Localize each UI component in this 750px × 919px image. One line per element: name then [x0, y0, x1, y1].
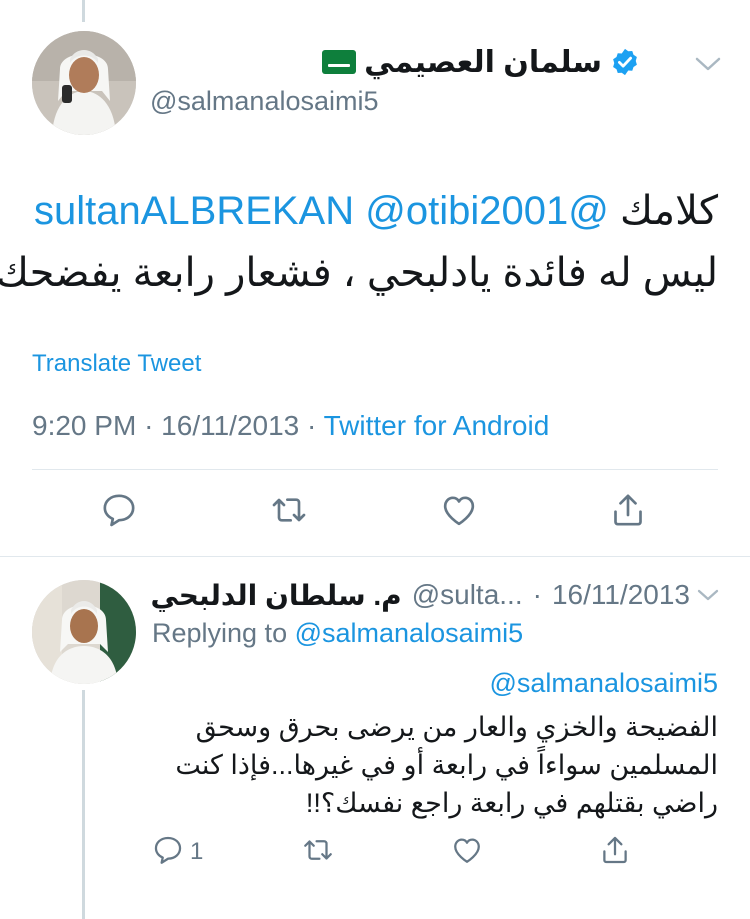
reply-text-line: الفضيحة والخزي والعار من يرضى بحرق وسحق: [195, 712, 718, 742]
reply-count: 1: [190, 838, 204, 865]
tweet-time: 9:20 PM: [32, 410, 137, 441]
reply-mention-link[interactable]: @salmanalosaimi5: [490, 668, 719, 699]
tweet-text-line-2: ليس له فائدة يادلبحي ، فشعار رابعة يفضحك: [0, 251, 718, 295]
heart-icon: [454, 838, 480, 863]
reply-header: م. سلطان الدلبحي @sulta... · 16/11/2013: [150, 578, 690, 612]
share-icon: [614, 494, 642, 526]
chevron-down-icon[interactable]: [696, 586, 720, 604]
tweet-date: 16/11/2013: [161, 410, 300, 441]
saudi-flag-icon: [322, 50, 357, 74]
reply-button[interactable]: [148, 830, 188, 870]
retweet-icon: [272, 498, 306, 522]
replying-to-label: Replying to: [152, 618, 288, 648]
reply-text: الفضيحة والخزي والعار من يرضى بحرق وسحق …: [152, 708, 718, 822]
tweet-metadata: 9:20 PM · 16/11/2013 · Twitter for Andro…: [32, 410, 549, 442]
tweet-text-word: كلامك: [619, 189, 718, 233]
replying-to: Replying to @salmanalosaimi5: [152, 618, 523, 649]
reply-separator: ·: [532, 579, 542, 610]
translate-tweet-link[interactable]: Translate Tweet: [32, 350, 201, 378]
reply-tweet-actions: [0, 830, 750, 874]
display-name[interactable]: سلمان العصيمي: [364, 45, 602, 80]
meta-separator: ·: [144, 410, 154, 441]
heart-icon: [443, 496, 475, 526]
main-tweet-actions: [0, 488, 750, 540]
mention-link-otibi2001[interactable]: @otibi2001: [365, 189, 568, 233]
thread-line-bottom: [82, 690, 85, 919]
tweet-source-link[interactable]: Twitter for Android: [324, 410, 550, 441]
retweet-button[interactable]: [298, 830, 338, 870]
share-button[interactable]: [606, 488, 650, 532]
reply-handle[interactable]: @sulta...: [412, 579, 523, 611]
retweet-icon: [304, 840, 332, 860]
like-button[interactable]: [437, 488, 481, 532]
share-button[interactable]: [595, 830, 635, 870]
name-row: سلمان العصيمي: [322, 40, 640, 84]
share-icon: [603, 836, 627, 864]
reply-date: 16/11/2013: [551, 579, 690, 610]
reply-text-line: المسلمين سواءاً في رابعة أو في غيرها...ف…: [175, 750, 718, 780]
reply-text-line: راضي بقتلهم في رابعة راجع نفسك؟!!: [305, 788, 718, 818]
divider: [32, 469, 718, 470]
tweet-text: كلامك @sultanALBREKAN @otibi2001 ليس له …: [0, 180, 718, 304]
chevron-down-icon[interactable]: [694, 54, 722, 74]
handle[interactable]: @salmanalosaimi5: [150, 86, 379, 117]
replying-to-handle-link[interactable]: @salmanalosaimi5: [295, 618, 524, 648]
tweet-detail-page: سلمان العصيمي @salmanalosaimi5 كلامك @su…: [0, 0, 750, 919]
divider: [0, 556, 750, 557]
meta-separator: ·: [307, 410, 317, 441]
avatar[interactable]: [32, 31, 136, 135]
thread-line-top: [82, 0, 85, 22]
tweet-text-line-1: كلامك @sultanALBREKAN @otibi2001: [32, 180, 718, 242]
reply-icon: [103, 494, 135, 527]
like-button[interactable]: [447, 830, 487, 870]
verified-badge-icon: [613, 48, 637, 76]
reply-display-name[interactable]: م. سلطان الدلبحي: [150, 579, 401, 612]
retweet-button[interactable]: [267, 488, 311, 532]
reply-avatar[interactable]: [32, 580, 136, 684]
reply-button[interactable]: [97, 488, 141, 532]
reply-icon: [154, 836, 182, 864]
